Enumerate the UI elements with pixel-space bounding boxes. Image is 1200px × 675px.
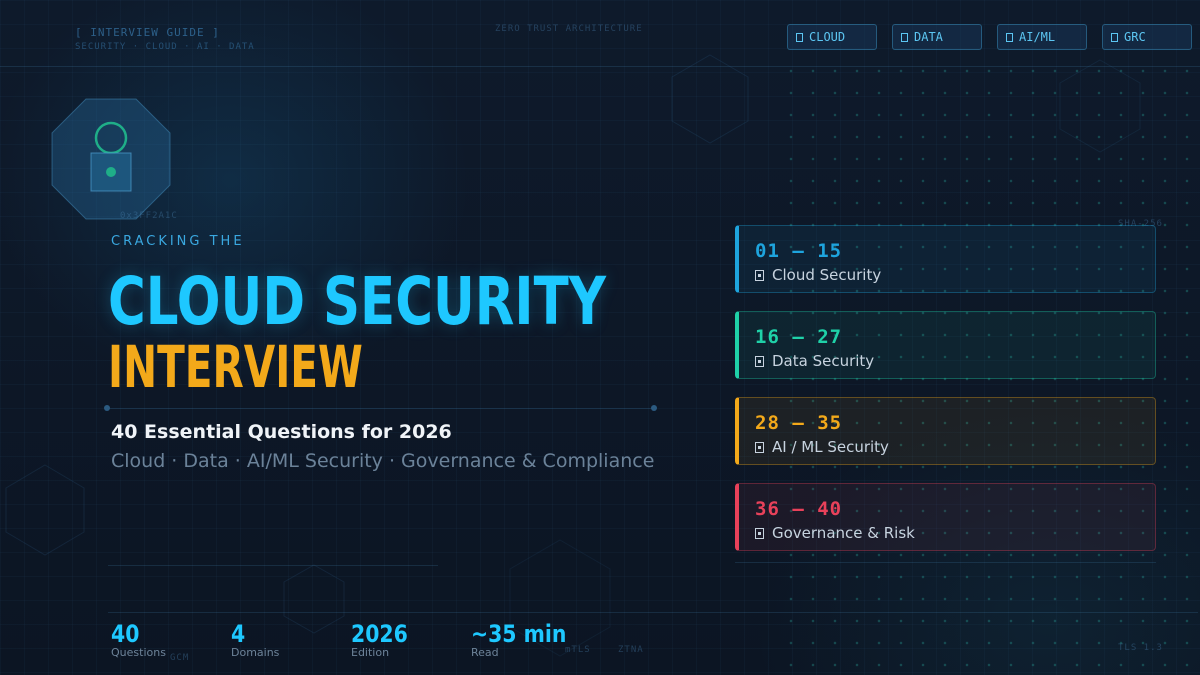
guide-subtitle: SECURITY · CLOUD · AI · DATA (75, 42, 255, 52)
section-label: AI / ML Security (772, 438, 889, 456)
tag-label: AI/ML (1019, 30, 1056, 44)
domain-tags: CLOUD DATA AI/ML GRC (787, 24, 1192, 50)
eyebrow: CRACKING THE (111, 234, 245, 249)
lock-icon (755, 355, 764, 367)
section-range: 36 — 40 (755, 498, 843, 520)
section-card[interactable]: 16 — 27 Data Security (735, 311, 1156, 379)
section-label: Governance & Risk (772, 524, 915, 542)
title-divider (104, 405, 657, 411)
section-card[interactable]: 36 — 40 Governance & Risk (735, 483, 1156, 551)
tag-label: GRC (1124, 30, 1146, 44)
lock-icon (755, 269, 764, 281)
tag-grc[interactable]: GRC (1102, 24, 1192, 50)
topics-line: Cloud · Data · AI/ML Security · Governan… (111, 450, 655, 472)
tag-icon (1006, 32, 1013, 42)
zero-trust-label: ZERO TRUST ARCHITECTURE (495, 24, 643, 34)
tag-label: DATA (914, 30, 943, 44)
guide-title: [ INTERVIEW GUIDE ] (75, 26, 220, 39)
stats-bar: 40 Questions 4 Domains 2026 Edition ~35 … (111, 620, 591, 659)
tag-aiml[interactable]: AI/ML (997, 24, 1087, 50)
tag-cloud[interactable]: CLOUD (787, 24, 877, 50)
hash-label: 0x3FF2A1C (120, 211, 178, 221)
tag-icon (796, 32, 803, 42)
stat-value: 4 (231, 620, 246, 648)
lock-icon (755, 527, 764, 539)
section-card[interactable]: 01 — 15 Cloud Security (735, 225, 1156, 293)
lock-icon (51, 98, 171, 220)
tag-icon (901, 32, 908, 42)
section-list: 01 — 15 Cloud Security 16 — 27 Data Secu… (735, 225, 1156, 569)
section-card[interactable]: 28 — 35 AI / ML Security (735, 397, 1156, 465)
section-label: Cloud Security (772, 266, 882, 284)
subheading: 40 Essential Questions for 2026 (111, 421, 452, 443)
section-label: Data Security (772, 352, 875, 370)
lock-icon (755, 441, 764, 453)
title-line-1: CLOUD SECURITY (108, 263, 606, 340)
stat-domains: 4 Domains (231, 620, 351, 659)
stat-edition: 2026 Edition (351, 620, 471, 659)
section-range: 01 — 15 (755, 240, 843, 262)
stat-value: ~35 min (471, 620, 567, 648)
stat-value: 40 (111, 620, 140, 648)
stat-questions: 40 Questions (111, 620, 231, 659)
title-line-2: INTERVIEW (108, 333, 363, 401)
stat-value: 2026 (351, 620, 408, 648)
stat-read-time: ~35 min Read (471, 620, 591, 659)
tag-data[interactable]: DATA (892, 24, 982, 50)
ztna-label: ZTNA (618, 645, 644, 655)
section-range: 16 — 27 (755, 326, 843, 348)
tls-label: TLS 1.3 (1118, 643, 1163, 653)
tag-icon (1111, 32, 1118, 42)
section-range: 28 — 35 (755, 412, 843, 434)
tag-label: CLOUD (809, 30, 846, 44)
